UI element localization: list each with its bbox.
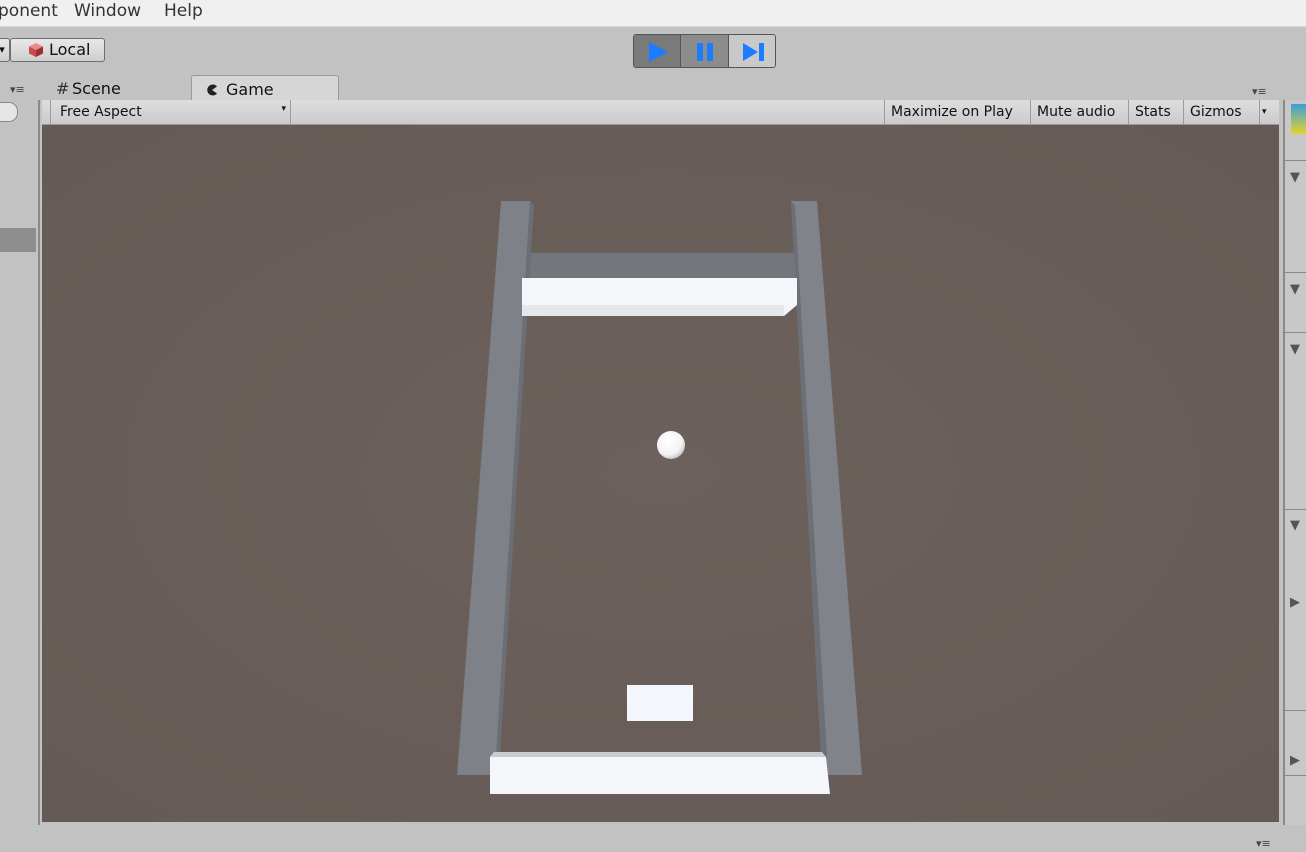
fold-down-icon[interactable]: ▼ [1290, 342, 1300, 357]
back-wall [517, 253, 818, 278]
fold-down-icon[interactable]: ▼ [1290, 282, 1300, 297]
gizmos-toggle[interactable]: Gizmos [1183, 100, 1259, 124]
pivot-dropdown[interactable]: ▾ [0, 38, 10, 62]
tab-game-label: Game [226, 80, 274, 99]
aspect-label: Free Aspect [60, 104, 142, 120]
bottom-panel-strip: ▾≡ [0, 825, 1306, 852]
aspect-dropdown[interactable]: Free Aspect ▾ [50, 100, 290, 124]
view-tab-row: ▾≡ # Scene Game ▾≡ [0, 75, 1306, 100]
divider [1285, 775, 1306, 776]
cube-icon [28, 42, 44, 64]
object-icon [1291, 104, 1306, 134]
play-icon [649, 42, 668, 62]
local-toggle-button[interactable]: Local [10, 38, 105, 62]
top-brick-face [522, 305, 784, 316]
menu-component[interactable]: ponent [0, 1, 58, 21]
divider [1285, 509, 1306, 510]
gizmos-dropdown[interactable]: ▾ [1259, 100, 1271, 124]
divider [1285, 272, 1306, 273]
pacman-icon [206, 76, 226, 103]
maximize-on-play-toggle[interactable]: Maximize on Play [884, 100, 1030, 124]
pause-button[interactable] [681, 35, 729, 67]
bottom-brick [490, 757, 830, 794]
search-field[interactable] [0, 102, 18, 122]
paddle [627, 685, 693, 721]
divider [1285, 332, 1306, 333]
menu-bar: ponent Window Help [0, 0, 1306, 27]
step-button[interactable] [728, 35, 775, 67]
hierarchy-panel-edge [0, 100, 40, 825]
game-scene [42, 125, 1279, 822]
play-button[interactable] [634, 35, 682, 67]
tab-game[interactable]: Game [191, 75, 339, 100]
game-panel-menu-icon[interactable]: ▾≡ [1252, 85, 1267, 98]
ball [657, 431, 685, 459]
gizmos-label: Gizmos [1190, 104, 1242, 120]
chevron-down-icon: ▾ [1262, 107, 1267, 117]
panel-menu-icon[interactable]: ▾≡ [10, 83, 25, 96]
mute-label: Mute audio [1037, 104, 1116, 120]
local-label: Local [49, 40, 91, 59]
chevron-down-icon: ▾ [0, 43, 5, 56]
game-view-toolbar: Free Aspect ▾ Maximize on Play Mute audi… [42, 100, 1279, 125]
tab-scene[interactable]: # Scene [42, 75, 182, 100]
divider [1285, 710, 1306, 711]
stats-label: Stats [1135, 104, 1171, 120]
step-icon [742, 43, 764, 61]
menu-help[interactable]: Help [164, 1, 203, 21]
divider [1285, 160, 1306, 161]
divider [290, 100, 291, 124]
mute-audio-toggle[interactable]: Mute audio [1030, 100, 1128, 124]
bottom-brick-top [490, 752, 826, 757]
fold-right-icon[interactable]: ▶ [1290, 753, 1300, 768]
chevron-down-icon: ▾ [281, 104, 286, 114]
pause-icon [697, 43, 714, 61]
inspector-panel-edge: ▼ ▼ ▼ ▼ ▶ ▶ [1283, 100, 1306, 825]
grid-icon: # [56, 79, 70, 98]
menu-window[interactable]: Window [74, 1, 141, 21]
game-viewport[interactable] [42, 125, 1279, 822]
stats-toggle[interactable]: Stats [1128, 100, 1183, 124]
playback-controls [633, 34, 776, 68]
selected-hierarchy-row[interactable] [0, 228, 36, 252]
bottom-panel-menu-icon[interactable]: ▾≡ [1256, 837, 1271, 850]
fold-down-icon[interactable]: ▼ [1290, 170, 1300, 185]
tab-scene-label: Scene [72, 79, 121, 98]
maximize-label: Maximize on Play [891, 104, 1013, 120]
fold-right-icon[interactable]: ▶ [1290, 595, 1300, 610]
fold-down-icon[interactable]: ▼ [1290, 518, 1300, 533]
main-toolbar: ▾ Local [0, 27, 1306, 75]
